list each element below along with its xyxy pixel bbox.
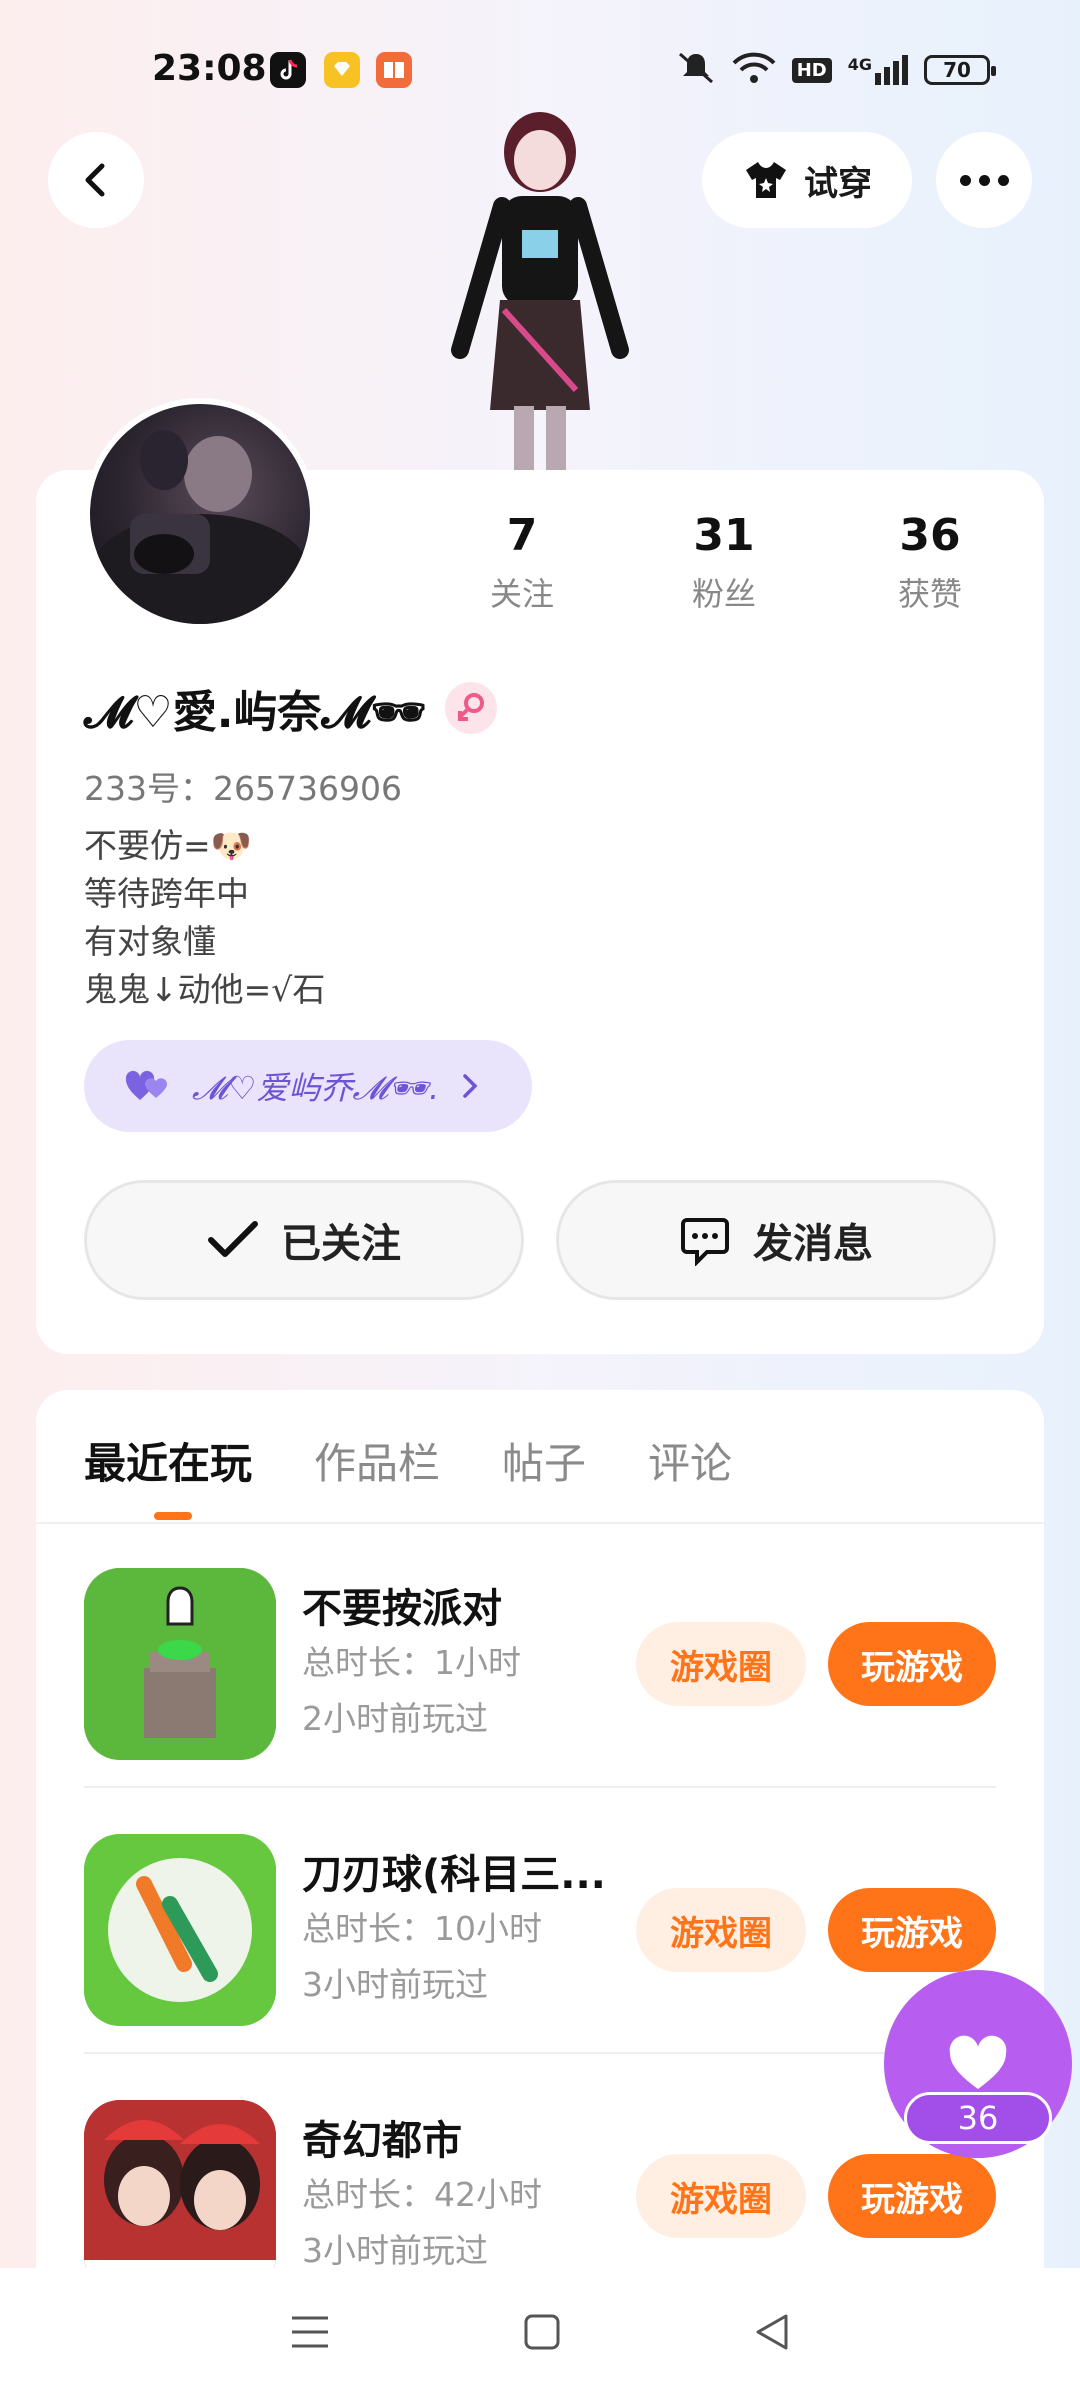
row-divider (84, 1786, 996, 1788)
game-last-played: 3小时前玩过 (302, 1965, 488, 2004)
bio-line: 不要仿=🐶 (84, 826, 252, 865)
status-time: 23:08 (152, 48, 267, 89)
battery-indicator: 70 (924, 55, 996, 85)
game-circle-button[interactable]: 游戏圈 (636, 1622, 806, 1706)
game-circle-button[interactable]: 游戏圈 (636, 2154, 806, 2238)
hd-icon: HD (791, 57, 832, 83)
chevron-left-icon (85, 163, 105, 197)
game-duration: 总时长：1小时 (302, 1643, 521, 1682)
heart-icon (949, 2035, 1007, 2089)
stat-followers[interactable]: 31 粉丝 (644, 510, 804, 615)
followed-button[interactable]: 已关注 (84, 1180, 524, 1300)
likes-count: 36 (899, 510, 961, 561)
game-icon-dont-press-party[interactable] (84, 1568, 276, 1760)
game-row[interactable]: 不要按派对 总时长：1小时 2小时前玩过 游戏圈 玩游戏 (84, 1524, 1044, 1788)
avatar-3d-character (430, 110, 650, 470)
game-title: 不要按派对 (302, 1586, 502, 1632)
more-dot-icon (978, 174, 990, 186)
relationship-badge[interactable]: 𝓜♡爱屿乔𝓜🕶. (84, 1040, 532, 1132)
play-game-button[interactable]: 玩游戏 (828, 1888, 996, 1972)
back-triangle-icon[interactable] (752, 2312, 792, 2356)
content-card: 最近在玩 作品栏 帖子 评论 不要按派对 总时长：1小时 2小时前玩过 游戏圈 … (36, 1390, 1044, 2270)
following-count: 7 (506, 510, 538, 561)
game-duration: 总时长：42小时 (302, 2175, 542, 2214)
more-options-button[interactable] (936, 132, 1032, 228)
checkmark-icon (208, 1221, 258, 1257)
avatar[interactable] (84, 398, 316, 630)
bio: 不要仿=🐶 等待跨年中 有对象懂 鬼鬼↓动他=√石 (84, 822, 325, 1014)
stat-following[interactable]: 7 关注 (442, 510, 602, 615)
game-icon-fantasy-city[interactable] (84, 2100, 276, 2270)
game-title: 奇幻都市 (302, 2118, 462, 2164)
game-duration: 总时长：10小时 (302, 1909, 542, 1948)
coin-app-icon (324, 52, 360, 88)
likes-label: 获赞 (897, 575, 962, 613)
row-divider (84, 2052, 996, 2054)
send-message-label: 发消息 (753, 1221, 873, 1267)
play-game-button[interactable]: 玩游戏 (828, 2154, 996, 2238)
book-app-icon (376, 52, 412, 88)
network-type: 4G (847, 55, 872, 74)
tab-posts[interactable]: 帖子 (502, 1430, 586, 1491)
badge-label: 𝓜♡爱屿乔𝓜🕶. (192, 1069, 440, 1107)
game-circle-button[interactable]: 游戏圈 (636, 1888, 806, 1972)
battery-level: 70 (943, 58, 971, 82)
play-game-button[interactable]: 玩游戏 (828, 1622, 996, 1706)
signal-icon: 4G (848, 55, 908, 85)
wifi-icon (732, 51, 776, 89)
chevron-right-icon (463, 1074, 478, 1098)
user-name: 𝓜♡愛.屿奈𝓜🕶 (84, 687, 427, 738)
tshirt-icon (746, 162, 786, 198)
user-id: 233号：265736906 (84, 769, 402, 808)
home-icon[interactable] (522, 2312, 562, 2356)
bio-line: 等待跨年中 (84, 874, 249, 913)
menu-icon[interactable] (288, 2312, 332, 2356)
bio-line: 鬼鬼↓动他=√石 (84, 970, 326, 1009)
game-last-played: 3小时前玩过 (302, 2231, 488, 2270)
game-last-played: 2小时前玩过 (302, 1699, 488, 1738)
double-heart-icon (125, 1070, 168, 1100)
female-gender-icon (444, 682, 497, 734)
mute-icon (676, 50, 716, 90)
tab-comments[interactable]: 评论 (648, 1430, 732, 1491)
more-dot-icon (959, 174, 971, 186)
tab-works[interactable]: 作品栏 (314, 1430, 440, 1491)
tab-recently-played[interactable]: 最近在玩 (84, 1430, 252, 1520)
game-title: 刀刃球(科目三... (302, 1852, 606, 1898)
followers-count: 31 (693, 510, 755, 561)
followed-label: 已关注 (281, 1221, 401, 1267)
content-tabs: 最近在玩 作品栏 帖子 评论 (84, 1430, 732, 1520)
try-on-label: 试穿 (804, 163, 872, 204)
like-count: 36 (904, 2092, 1052, 2144)
system-nav-bar (0, 2268, 1080, 2400)
stat-likes[interactable]: 36 获赞 (850, 510, 1010, 615)
message-bubble-icon (681, 1218, 729, 1266)
bio-line: 有对象懂 (84, 922, 216, 961)
more-dot-icon (997, 174, 1009, 186)
following-label: 关注 (489, 575, 554, 613)
try-on-button[interactable]: 试穿 (702, 132, 912, 228)
send-message-button[interactable]: 发消息 (556, 1180, 996, 1300)
back-button[interactable] (48, 132, 144, 228)
tiktok-icon (270, 52, 306, 88)
name-row: 𝓜♡愛.屿奈𝓜🕶 (84, 676, 497, 740)
game-icon-blade-ball[interactable] (84, 1834, 276, 2026)
followers-label: 粉丝 (691, 575, 756, 613)
